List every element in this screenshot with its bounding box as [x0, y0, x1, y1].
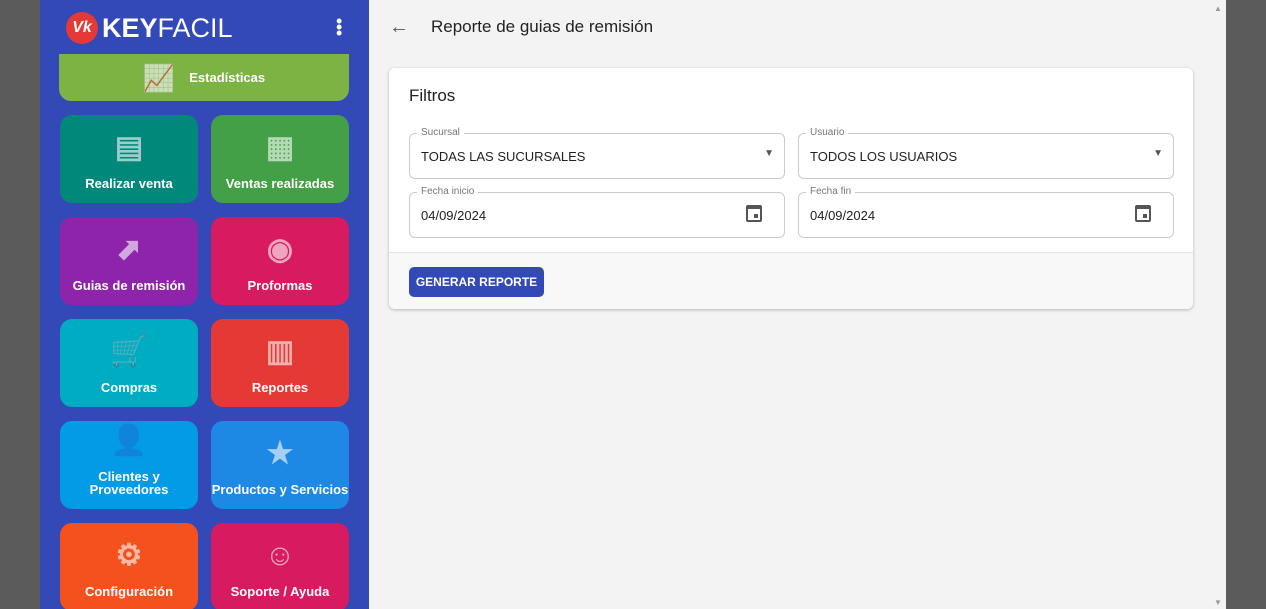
sidebar-tile-realizar-venta[interactable]: ▤ Realizar venta	[60, 115, 198, 203]
sidebar-tile-proformas[interactable]: ◉ Proformas	[211, 217, 349, 305]
calendar-icon[interactable]	[1135, 205, 1151, 222]
usuario-label: Usuario	[806, 127, 849, 138]
tile-label: Guias de remisión	[72, 278, 186, 293]
brand-bold: KEY	[102, 12, 158, 43]
file-arrow-icon: ⬈	[116, 233, 142, 266]
sidebar-tile-ventas-realizadas[interactable]: ▦ Ventas realizadas	[211, 115, 349, 203]
brand-light: FACIL	[157, 12, 233, 43]
sucursal-select[interactable]: Sucursal TODAS LAS SUCURSALES ▼	[409, 127, 785, 179]
sidebar-tile-estadísticas[interactable]: 📈 Estadísticas	[59, 54, 349, 101]
sidebar-tile-productos-y-servicios[interactable]: ★ Productos y Servicios	[211, 421, 349, 509]
tile-label: Soporte / Ayuda	[230, 584, 330, 599]
sidebar-tile-reportes[interactable]: ▥ Reportes	[211, 319, 349, 407]
main-content: ← Reporte de guias de remisión Filtros S…	[369, 0, 1226, 609]
sidebar-tile-clientes-y-proveedores[interactable]: 👤 Clientes y Proveedores	[60, 421, 198, 509]
sidebar-tile-compras[interactable]: 🛒 Compras	[60, 319, 198, 407]
chart-trend-icon: 📈	[142, 62, 176, 93]
cart-icon: 🛒	[110, 335, 148, 368]
fecha-inicio-field[interactable]: Fecha inicio 04/09/2024	[409, 186, 785, 238]
generate-report-button[interactable]: GENERAR REPORTE	[409, 267, 544, 297]
tile-label: Clientes y Proveedores	[89, 469, 169, 497]
page-header: ← Reporte de guias de remisión	[369, 0, 1210, 54]
sucursal-value: TODAS LAS SUCURSALES	[421, 149, 586, 164]
tile-label: Ventas realizadas	[225, 176, 335, 191]
usuario-value: TODOS LOS USUARIOS	[810, 149, 958, 164]
fecha-inicio-label: Fecha inicio	[417, 186, 479, 197]
fecha-fin-label: Fecha fin	[806, 186, 856, 197]
logo: Vk KEY FACIL	[66, 12, 233, 44]
tile-label: Productos y Servicios	[211, 482, 349, 497]
tile-label: Realizar venta	[85, 176, 173, 191]
usuario-select[interactable]: Usuario TODOS LOS USUARIOS ▼	[798, 127, 1174, 179]
scrollbar[interactable]: ▲ ▼	[1210, 0, 1226, 609]
tile-label: Estadísticas	[189, 70, 266, 85]
tile-label: Configuración	[84, 584, 174, 599]
logo-mark: Vk	[66, 12, 98, 44]
gear-icon: ⚙	[115, 539, 143, 572]
filters-card: Filtros Sucursal TODAS LAS SUCURSALES ▼ …	[389, 68, 1193, 309]
card-footer: GENERAR REPORTE	[389, 252, 1193, 309]
tile-label: Proformas	[247, 278, 313, 293]
receipt-icon: ▤	[114, 131, 144, 164]
fecha-inicio-value: 04/09/2024	[421, 208, 487, 223]
page-title: Reporte de guias de remisión	[431, 17, 654, 36]
dropdown-arrow-icon: ▼	[1153, 148, 1163, 159]
back-arrow-icon[interactable]: ←	[389, 16, 409, 39]
more-menu-icon[interactable]: • • •	[336, 12, 342, 42]
report-chart-icon: ▥	[265, 335, 295, 368]
sidebar-tile-guias-de-remisión[interactable]: ⬈ Guias de remisión	[60, 217, 198, 305]
file-eye-icon: ◉	[266, 233, 294, 266]
sucursal-label: Sucursal	[417, 127, 464, 138]
folder-star-icon: ★	[266, 437, 294, 470]
sidebar-tile-configuración[interactable]: ⚙ Configuración	[60, 523, 198, 609]
calendar-icon[interactable]	[746, 205, 762, 222]
tile-label: Compras	[100, 380, 158, 395]
support-agent-icon: ☺	[264, 539, 296, 572]
tile-label: Reportes	[251, 380, 309, 395]
fecha-fin-field[interactable]: Fecha fin 04/09/2024	[798, 186, 1174, 238]
sidebar-tile-soporte-ayuda[interactable]: ☺ Soporte / Ayuda	[211, 523, 349, 609]
sidebar: Vk KEY FACIL • • • 📈 Estadísticas ▤ Realizar v…	[40, 0, 369, 609]
fecha-fin-value: 04/09/2024	[810, 208, 876, 223]
dropdown-arrow-icon: ▼	[764, 148, 774, 159]
spreadsheet-icon: ▦	[265, 131, 295, 164]
folder-user-icon: 👤	[110, 424, 148, 457]
filters-title: Filtros	[409, 86, 456, 105]
